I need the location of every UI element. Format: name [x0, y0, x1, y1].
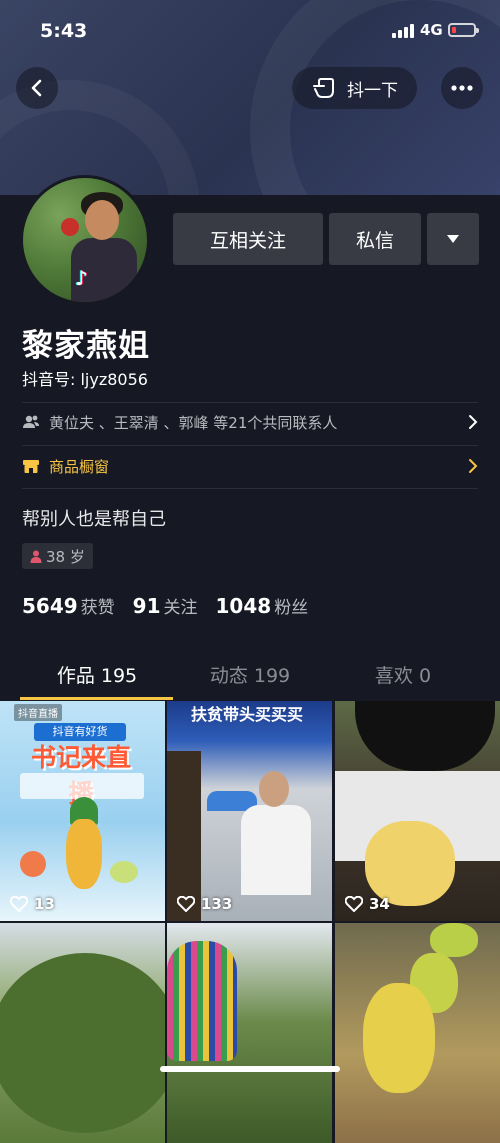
nickname: 黎家燕姐 [22, 328, 150, 364]
person-icon [30, 550, 42, 563]
stat-label: 获赞 [80, 598, 115, 618]
home-indicator[interactable] [160, 1066, 340, 1072]
signal-icon [392, 24, 414, 38]
like-count: 133 [201, 895, 233, 913]
like-count: 13 [34, 895, 55, 913]
hand-pointer-icon [313, 78, 334, 98]
more-dots-icon [451, 85, 473, 91]
douyin-id: 抖音号: ljyz8056 [22, 370, 148, 389]
mutual-follow-button[interactable]: 互相关注 [173, 213, 323, 265]
shake-button[interactable]: 抖一下 [292, 67, 417, 109]
video-thumbnail[interactable] [335, 923, 500, 1143]
mutual-contacts-row[interactable]: 黄位夫 、王翠清 、郭峰 等21个共同联系人 [22, 402, 478, 442]
chevron-left-icon [31, 79, 42, 97]
video-likes: 13 [10, 895, 55, 913]
shop-window-row[interactable]: 商品橱窗 [22, 446, 478, 486]
stat-likes[interactable]: 5649 获赞 [22, 593, 115, 618]
divider [22, 488, 478, 489]
video-thumbnail[interactable]: 34 [335, 701, 500, 921]
status-time: 5:43 [40, 20, 88, 42]
cover-corner-label: 抖音直播 [14, 704, 62, 721]
bio: 帮别人也是帮自己 [22, 509, 166, 530]
avatar[interactable]: ♪ [20, 175, 150, 305]
heart-icon [177, 896, 195, 912]
profile-tabs: 作品 195 动态 199 喜欢 0 [0, 652, 500, 700]
video-thumbnail[interactable] [0, 923, 165, 1143]
stat-number: 91 [132, 594, 161, 618]
tab-dynamics[interactable]: 动态 199 [167, 652, 333, 700]
stat-following[interactable]: 91 关注 [133, 593, 198, 618]
video-thumbnail[interactable]: 扶贫带头买买买 133 [167, 701, 332, 921]
video-likes: 133 [177, 895, 232, 913]
video-thumbnail[interactable]: 抖音直播 抖音有好货 书记来直播 13 [0, 701, 165, 921]
back-button[interactable] [16, 67, 58, 109]
recommend-dropdown-button[interactable] [427, 213, 479, 265]
shop-icon [23, 460, 39, 473]
stat-label: 关注 [163, 598, 198, 618]
stat-followers[interactable]: 1048 粉丝 [216, 593, 309, 618]
network-type: 4G [420, 21, 443, 39]
stat-number: 5649 [22, 594, 78, 618]
mutual-contacts-text: 黄位夫 、王翠清 、郭峰 等21个共同联系人 [49, 413, 338, 432]
video-likes: 34 [345, 895, 390, 913]
stats-row: 5649 获赞 91 关注 1048 粉丝 [22, 593, 308, 618]
shop-window-label: 商品橱窗 [49, 457, 110, 476]
caret-down-icon [447, 235, 459, 243]
douyin-logo-icon: ♪ [75, 266, 88, 290]
video-thumbnail[interactable] [167, 923, 332, 1143]
age-text: 38 岁 [46, 547, 85, 566]
status-bar: 5:43 4G [0, 18, 500, 46]
like-count: 34 [369, 895, 390, 913]
chevron-right-icon [469, 459, 478, 473]
tab-likes[interactable]: 喜欢 0 [320, 652, 486, 700]
stat-number: 1048 [215, 594, 272, 618]
shake-label: 抖一下 [347, 80, 398, 101]
battery-icon [448, 23, 479, 37]
contacts-icon [23, 415, 39, 428]
more-button[interactable] [441, 67, 483, 109]
active-tab-indicator [20, 697, 173, 700]
heart-icon [345, 896, 363, 912]
cover-title: 扶贫带头买买买 [191, 705, 304, 724]
message-button[interactable]: 私信 [329, 213, 421, 265]
age-tag: 38 岁 [22, 543, 93, 569]
stat-label: 粉丝 [274, 598, 309, 618]
tab-works[interactable]: 作品 195 [14, 652, 180, 700]
heart-icon [10, 896, 28, 912]
chevron-right-icon [469, 415, 478, 429]
